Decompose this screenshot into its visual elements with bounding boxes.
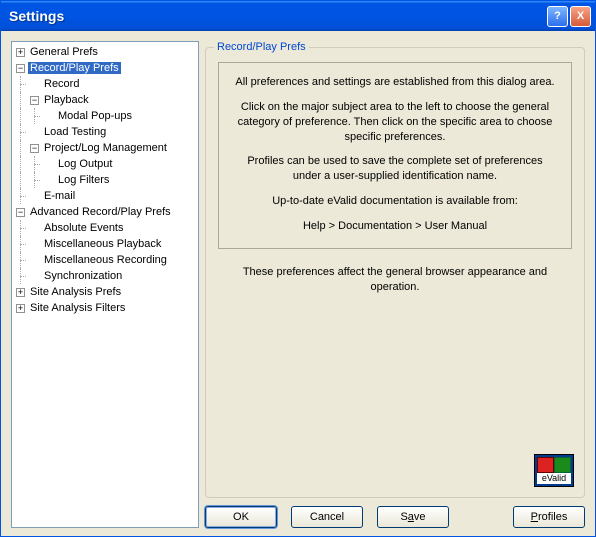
tree-branch-icon [14, 236, 28, 252]
info-text: All preferences and settings are establi… [233, 75, 557, 90]
info-text: Up-to-date eValid documentation is avail… [233, 194, 557, 209]
tree-branch-icon [28, 172, 42, 188]
tree-branch-icon [14, 92, 28, 108]
tree-label: Record/Play Prefs [28, 62, 121, 74]
tree-label: Absolute Events [42, 222, 126, 234]
tree-label: Miscellaneous Playback [42, 238, 163, 250]
prefs-fieldset: Record/Play Prefs All preferences and se… [205, 47, 585, 498]
settings-dialog: Settings ? X + General Prefs − [0, 0, 596, 537]
tree-branch-icon [14, 268, 28, 284]
tree-label: Advanced Record/Play Prefs [28, 206, 173, 218]
collapse-icon[interactable]: − [30, 144, 39, 153]
tree-label: Playback [42, 94, 91, 106]
expand-icon[interactable]: + [16, 288, 25, 297]
expand-icon[interactable]: + [16, 304, 25, 313]
tree-branch-icon [14, 140, 28, 156]
content-area: + General Prefs − Record/Play Prefs [1, 31, 595, 536]
tree-item-log-output[interactable]: Log Output [12, 156, 198, 172]
tree-label: Record [42, 78, 81, 90]
help-icon: ? [554, 10, 561, 22]
logo-squares [537, 457, 571, 473]
evalid-logo: eValid [534, 454, 574, 487]
help-button[interactable]: ? [547, 6, 568, 27]
red-square-icon [537, 457, 554, 473]
info-box: All preferences and settings are establi… [218, 62, 572, 249]
outer-description: These preferences affect the general bro… [226, 265, 564, 295]
save-button[interactable]: Save [377, 506, 449, 528]
tree-branch-icon [14, 108, 28, 124]
tree-branch-icon [14, 156, 28, 172]
button-label: Save [400, 511, 425, 523]
logo-text: eValid [537, 473, 571, 484]
tree-branch-icon [28, 156, 42, 172]
tree-item-playback[interactable]: − Playback [12, 92, 198, 108]
info-text: Click on the major subject area to the l… [233, 100, 557, 145]
tree-label: Modal Pop-ups [56, 110, 134, 122]
collapse-icon[interactable]: − [16, 64, 25, 73]
tree-branch-icon [14, 172, 28, 188]
tree-label: Synchronization [42, 270, 124, 282]
tree-branch-icon [14, 220, 28, 236]
window-title: Settings [9, 8, 547, 24]
category-tree[interactable]: + General Prefs − Record/Play Prefs [11, 41, 199, 528]
info-text: Profiles can be used to save the complet… [233, 154, 557, 184]
titlebar-buttons: ? X [547, 6, 591, 27]
tree-label: Project/Log Management [42, 142, 169, 154]
tree-label: Log Output [56, 158, 114, 170]
expand-icon[interactable]: + [16, 48, 25, 57]
tree-item-log-filters[interactable]: Log Filters [12, 172, 198, 188]
tree-item-adv-record-play[interactable]: − Advanced Record/Play Prefs [12, 204, 198, 220]
tree-item-site-analysis-filters[interactable]: + Site Analysis Filters [12, 300, 198, 316]
tree-item-email[interactable]: E-mail [12, 188, 198, 204]
tree-label: General Prefs [28, 46, 100, 58]
button-label: OK [233, 511, 249, 523]
tree-item-misc-playback[interactable]: Miscellaneous Playback [12, 236, 198, 252]
tree-branch-icon [14, 124, 28, 140]
button-label: Cancel [310, 511, 344, 523]
close-button[interactable]: X [570, 6, 591, 27]
tree-item-absolute-events[interactable]: Absolute Events [12, 220, 198, 236]
ok-button[interactable]: OK [205, 506, 277, 528]
tree-item-load-testing[interactable]: Load Testing [12, 124, 198, 140]
tree-item-record-play-prefs[interactable]: − Record/Play Prefs [12, 60, 198, 76]
tree-label: Site Analysis Prefs [28, 286, 123, 298]
close-icon: X [577, 10, 584, 22]
collapse-icon[interactable]: − [16, 208, 25, 217]
tree-item-record[interactable]: Record [12, 76, 198, 92]
green-square-icon [554, 457, 571, 473]
tree-item-synchronization[interactable]: Synchronization [12, 268, 198, 284]
tree-root: + General Prefs − Record/Play Prefs [12, 44, 198, 316]
button-row: OK Cancel Save Profiles [205, 498, 585, 528]
tree-branch-icon [14, 252, 28, 268]
tree-item-general-prefs[interactable]: + General Prefs [12, 44, 198, 60]
cancel-button[interactable]: Cancel [291, 506, 363, 528]
fieldset-legend: Record/Play Prefs [214, 41, 309, 53]
tree-label: E-mail [42, 190, 77, 202]
info-text: Help > Documentation > User Manual [233, 219, 557, 234]
tree-item-project-log[interactable]: − Project/Log Management [12, 140, 198, 156]
tree-label: Miscellaneous Recording [42, 254, 169, 266]
tree-branch-icon [14, 188, 28, 204]
tree-label: Log Filters [56, 174, 111, 186]
tree-item-misc-recording[interactable]: Miscellaneous Recording [12, 252, 198, 268]
tree-label: Load Testing [42, 126, 108, 138]
tree-item-modal-popups[interactable]: Modal Pop-ups [12, 108, 198, 124]
collapse-icon[interactable]: − [30, 96, 39, 105]
tree-branch-icon [28, 108, 42, 124]
button-label: Profiles [531, 511, 568, 523]
tree-branch-icon [14, 76, 28, 92]
titlebar: Settings ? X [1, 1, 595, 31]
right-pane: Record/Play Prefs All preferences and se… [205, 41, 585, 528]
profiles-button[interactable]: Profiles [513, 506, 585, 528]
tree-item-site-analysis-prefs[interactable]: + Site Analysis Prefs [12, 284, 198, 300]
tree-label: Site Analysis Filters [28, 302, 127, 314]
